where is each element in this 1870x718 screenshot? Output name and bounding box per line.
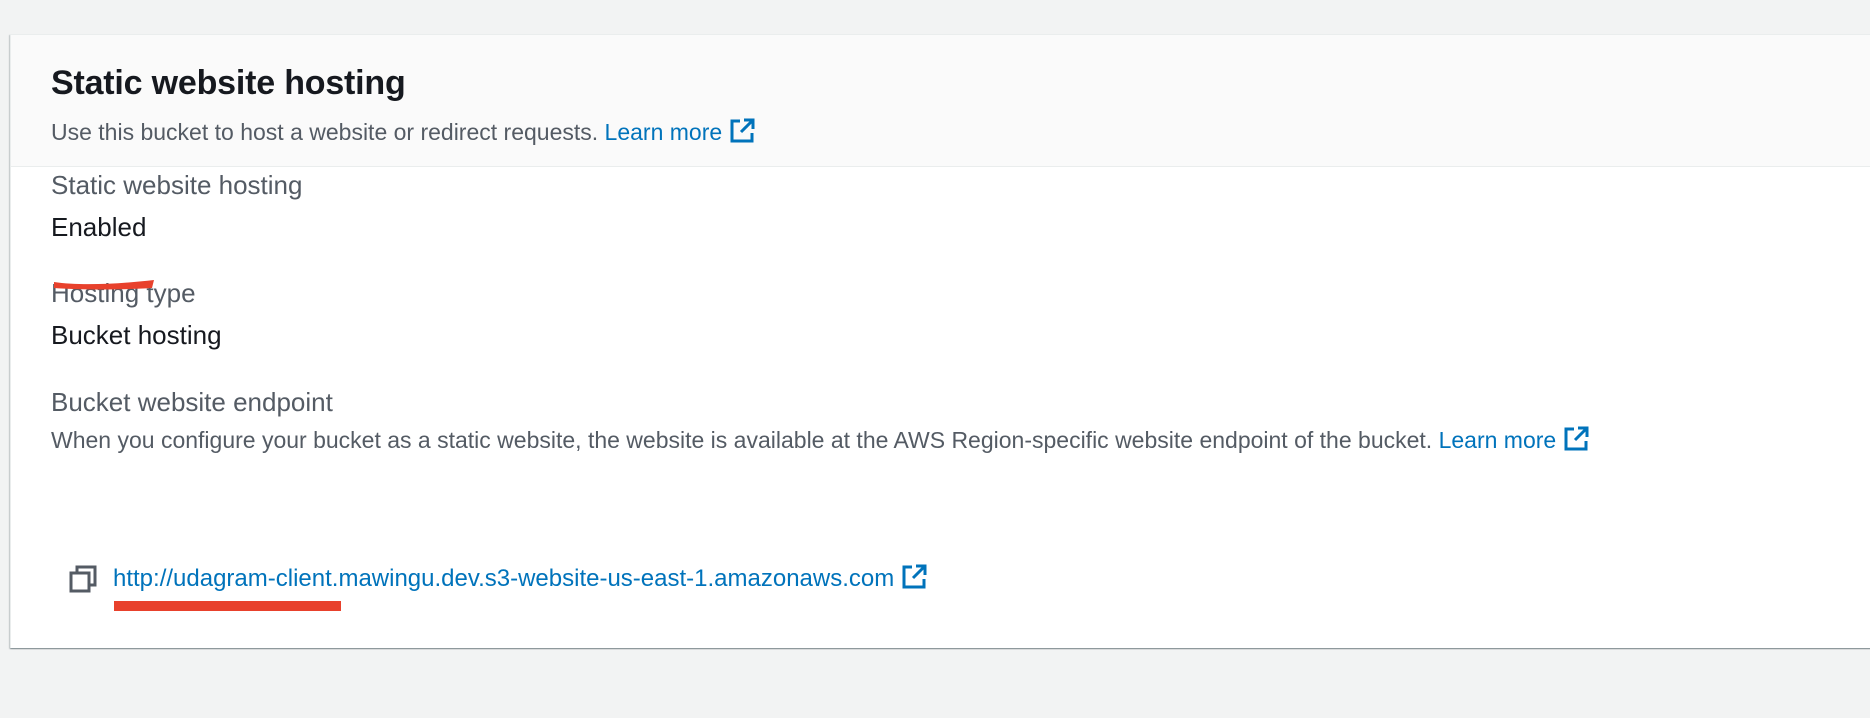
hosting-type-value: Bucket hosting xyxy=(51,320,222,350)
hosting-type-label: Hosting type xyxy=(51,278,196,308)
endpoint-learn-more-link[interactable]: Learn more xyxy=(1438,426,1591,453)
endpoint-learn-more-label: Learn more xyxy=(1438,427,1557,453)
external-link-icon xyxy=(1564,426,1589,451)
endpoint-url-text: http://udagram-client.mawingu.dev.s3-web… xyxy=(113,565,895,592)
copy-icon xyxy=(69,565,97,593)
copy-button[interactable] xyxy=(65,561,101,597)
hosting-status-label: Static website hosting xyxy=(51,170,303,200)
external-link-icon xyxy=(730,118,755,143)
hosting-status-value: Enabled xyxy=(51,212,147,242)
panel-header: Static website hosting Use this bucket t… xyxy=(11,35,1870,167)
external-link-icon xyxy=(902,564,927,589)
endpoint-url-link[interactable]: http://udagram-client.mawingu.dev.s3-web… xyxy=(113,563,928,595)
static-website-hosting-panel: Static website hosting Use this bucket t… xyxy=(10,34,1870,648)
endpoint-label: Bucket website endpoint xyxy=(51,387,333,417)
endpoint-row: http://udagram-client.mawingu.dev.s3-web… xyxy=(65,559,928,599)
learn-more-link[interactable]: Learn more xyxy=(604,118,757,145)
endpoint-description: When you configure your bucket as a stat… xyxy=(51,424,1590,456)
learn-more-label: Learn more xyxy=(604,119,723,145)
endpoint-description-text: When you configure your bucket as a stat… xyxy=(51,427,1433,453)
panel-description-text: Use this bucket to host a website or red… xyxy=(51,119,599,145)
panel-description: Use this bucket to host a website or red… xyxy=(51,115,756,149)
panel-title: Static website hosting xyxy=(51,64,406,102)
